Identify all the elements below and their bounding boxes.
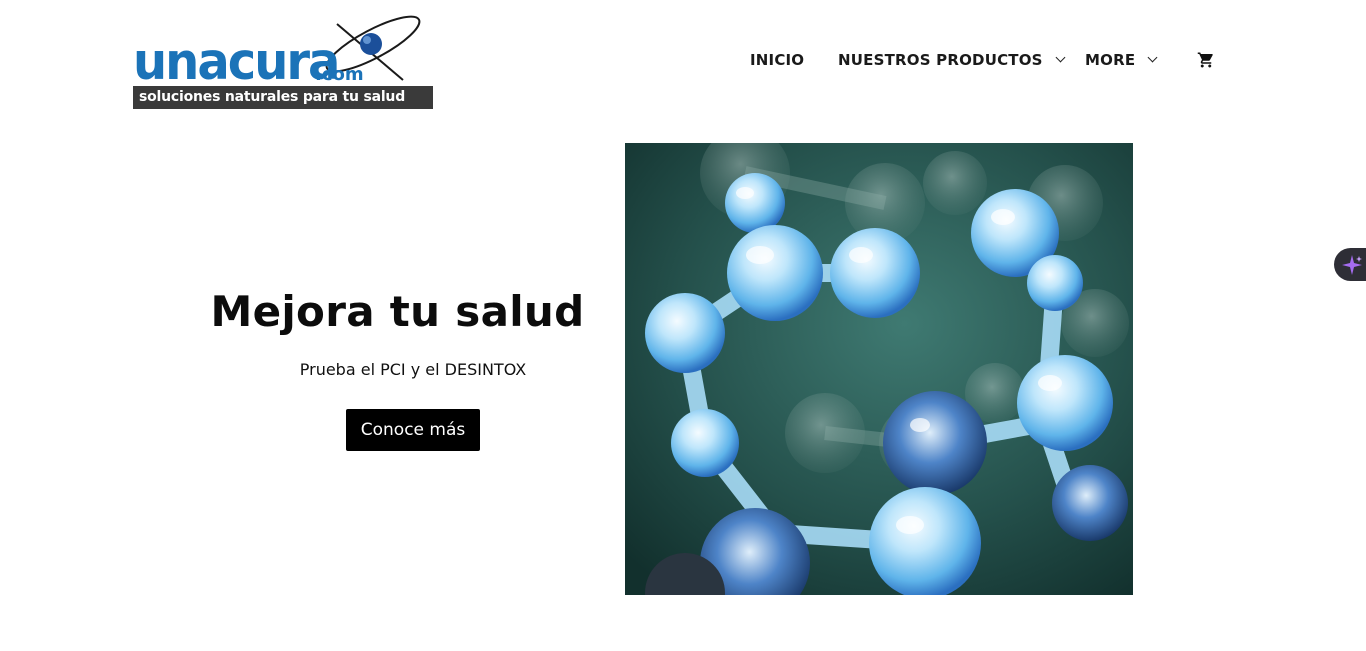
nav-item-nuestros-productos[interactable]: NUESTROS PRODUCTOS: [838, 48, 1066, 72]
logo-dotcom: .com: [315, 64, 364, 85]
conoce-mas-button[interactable]: Conoce más: [346, 409, 480, 451]
assistant-widget[interactable]: [1334, 248, 1366, 281]
nav-item-more[interactable]: MORE: [1085, 48, 1158, 72]
molecule-image: [625, 143, 1133, 595]
sparkle-icon: [1342, 255, 1362, 275]
nav-item-label: NUESTROS PRODUCTOS: [838, 51, 1043, 69]
shopping-cart-icon[interactable]: [1197, 51, 1215, 69]
site-header: unacura .com soluciones naturales para t…: [0, 0, 1366, 125]
nav-item-label: MORE: [1085, 51, 1136, 69]
nav-item-label: INICIO: [750, 51, 805, 69]
nav-item-inicio[interactable]: INICIO: [750, 48, 804, 72]
site-logo[interactable]: unacura .com soluciones naturales para t…: [133, 10, 433, 110]
molecule-illustration: [625, 143, 1133, 595]
chevron-down-icon: [1147, 52, 1158, 63]
chevron-down-icon: [1055, 52, 1066, 63]
logo-tagline: soluciones naturales para tu salud: [133, 86, 433, 109]
logo-wordmark: unacura: [133, 32, 340, 92]
